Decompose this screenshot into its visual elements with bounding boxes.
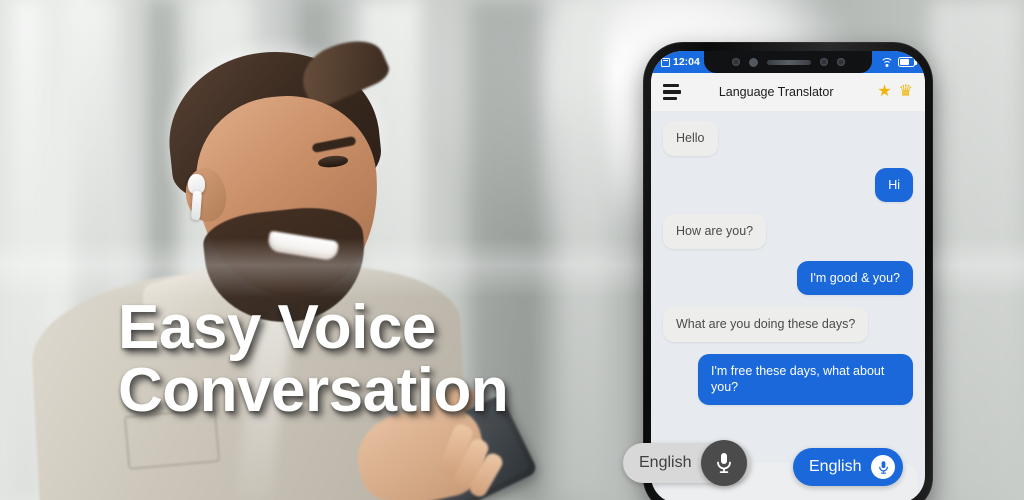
target-language-button[interactable]: English — [793, 448, 904, 486]
phone-notch — [704, 51, 872, 73]
crown-premium-icon[interactable]: ♛ — [899, 84, 913, 100]
chat-row: Hello — [663, 121, 913, 156]
earpiece-speaker — [766, 59, 811, 65]
wifi-icon — [880, 57, 893, 67]
person-photo-subject — [0, 0, 640, 500]
page-title: Easy Voice Conversation — [118, 293, 509, 426]
chat-row: I'm good & you? — [663, 260, 913, 295]
chat-row: How are you? — [663, 214, 913, 249]
status-bar-time: 12:04 — [673, 56, 700, 68]
app-bar: Language Translator ★ ♛ — [651, 73, 925, 111]
battery-icon — [898, 57, 917, 67]
chat-row: Hi — [663, 167, 913, 202]
microphone-icon[interactable] — [701, 440, 748, 486]
secondary-sensor-icon — [836, 58, 845, 66]
proximity-sensor-icon — [731, 58, 740, 66]
chat-bubble-incoming[interactable]: What are you doing these days? — [663, 307, 869, 342]
chat-row: What are you doing these days? — [663, 307, 913, 342]
star-icon[interactable]: ★ — [877, 84, 891, 100]
target-language-label: English — [809, 458, 862, 475]
source-language-button[interactable]: English — [623, 440, 752, 486]
status-bar: 12:04 — [651, 51, 925, 73]
source-language-label: English — [639, 454, 692, 471]
front-camera-icon — [748, 57, 758, 67]
light-sensor-icon — [819, 58, 828, 66]
app-title: Language Translator — [718, 85, 834, 99]
app-store-banner: Easy Voice Conversation 12:04 Language T… — [0, 0, 1024, 500]
phone-mockup: 12:04 Language Translator ★ ♛ Hello Hi H… — [643, 42, 933, 500]
phone-screen: 12:04 Language Translator ★ ♛ Hello Hi H… — [651, 51, 925, 500]
chat-bubble-outgoing[interactable]: I'm good & you? — [797, 260, 913, 295]
chat-row: I'm free these days, what about you? — [663, 353, 913, 405]
chat-bubble-outgoing[interactable]: Hi — [875, 167, 913, 202]
chat-bubble-incoming[interactable]: Hello — [663, 121, 718, 156]
chat-conversation-list: Hello Hi How are you? I'm good & you? Wh… — [651, 111, 925, 446]
chat-bubble-incoming[interactable]: How are you? — [663, 214, 767, 249]
microphone-icon[interactable] — [871, 455, 896, 479]
calendar-icon — [661, 57, 670, 67]
app-bar-actions: ★ ♛ — [877, 84, 913, 100]
chat-bubble-outgoing[interactable]: I'm free these days, what about you? — [698, 353, 913, 405]
